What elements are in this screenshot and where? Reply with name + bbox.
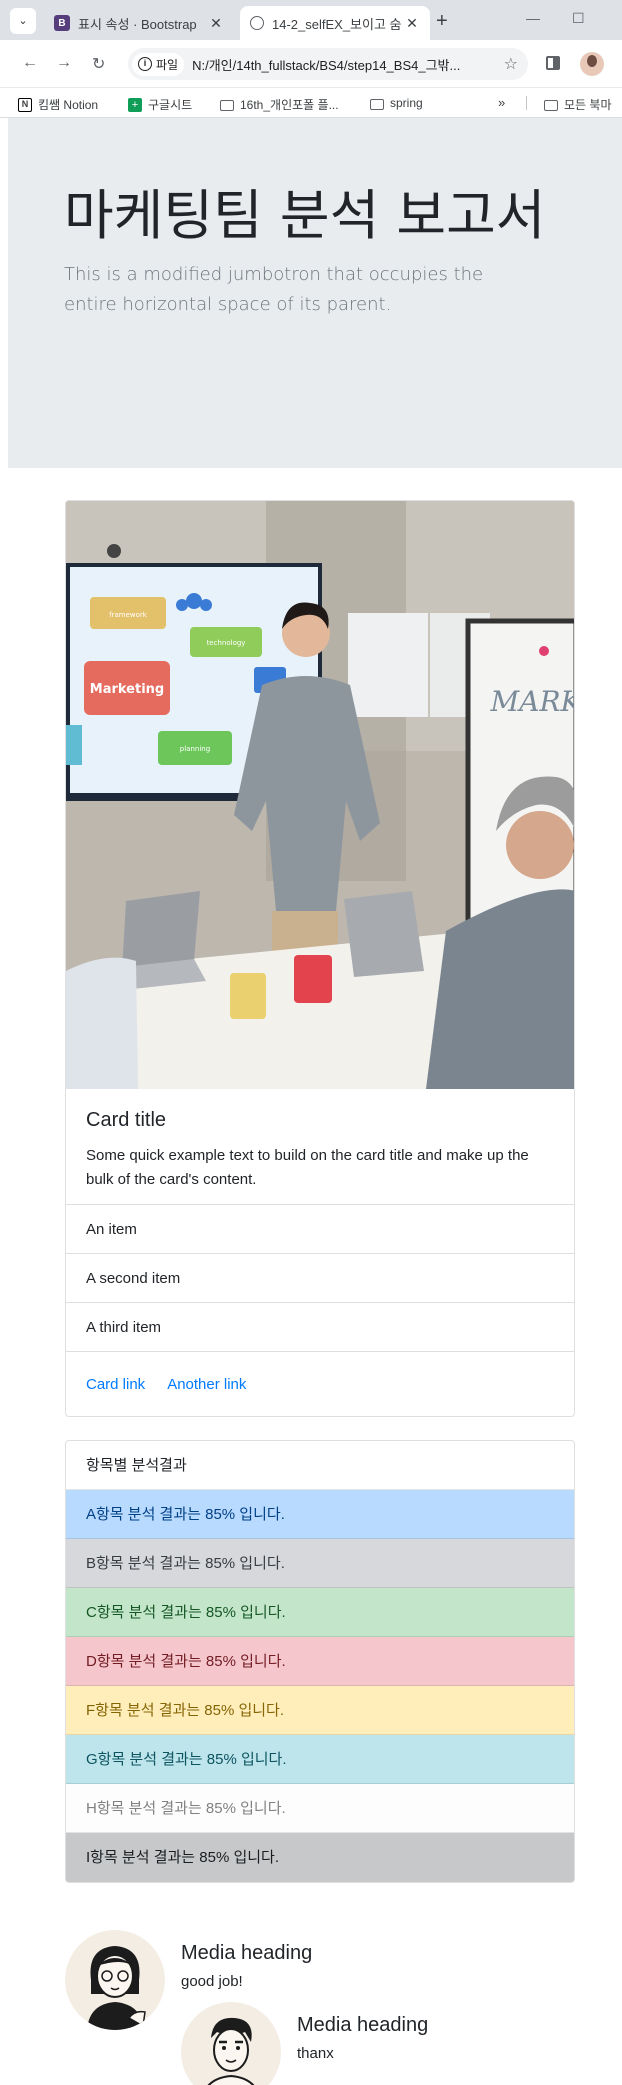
meeting-photo: framework technology Marketing planning	[66, 501, 574, 1089]
media-heading: Media heading	[181, 1942, 313, 1964]
card-list: An item A second item A third item	[66, 1204, 574, 1352]
card-image: framework technology Marketing planning	[66, 501, 574, 1089]
more-bookmarks-icon[interactable]: »	[498, 95, 505, 110]
tab-search-icon[interactable]: ⌄	[10, 8, 36, 34]
address-bar[interactable]: i 파일 N:/개인/14th_fullstack/BS4/step14_BS4…	[128, 48, 528, 80]
screen-word: Marketing	[90, 682, 164, 697]
tab-bootstrap[interactable]: B 표시 속성 · Bootstrap ✕	[44, 6, 234, 40]
man-avatar-icon	[207, 2017, 255, 2085]
media-heading: Media heading	[297, 2014, 429, 2036]
bookmark-label: 킴쌤 Notion	[38, 98, 99, 112]
bookmark-label: 모든 북마	[564, 98, 612, 112]
globe-icon	[250, 16, 264, 30]
jumbotron-lead: This is a modified jumbotron that occupi…	[64, 264, 484, 315]
bookmark-folder-spring[interactable]: spring	[370, 96, 423, 110]
reload-icon[interactable]: ↻	[92, 54, 105, 74]
screen-word: technology	[207, 639, 246, 647]
list-item-f: F항목 분석 결과는 85% 입니다.	[66, 1686, 574, 1735]
notion-icon: N	[18, 97, 32, 112]
tab-strip: ⌄ B 표시 속성 · Bootstrap ✕ 14-2_selfEX_보이고 …	[0, 0, 622, 40]
card-list-item: An item	[66, 1205, 574, 1254]
folder-icon	[370, 98, 384, 110]
sheets-icon: +	[128, 97, 142, 112]
bookmark-star-icon[interactable]: ☆	[504, 54, 518, 74]
bookmark-sheet[interactable]: + 구글시트	[128, 96, 192, 113]
close-icon[interactable]: ✕	[208, 15, 224, 32]
side-panel-icon[interactable]	[546, 56, 560, 70]
list-item-h: H항목 분석 결과는 85% 입니다.	[66, 1784, 574, 1833]
back-icon[interactable]: ←	[22, 54, 38, 72]
avatar	[181, 2002, 281, 2085]
folder-icon	[220, 100, 234, 111]
woman-avatar-icon	[87, 1946, 146, 2030]
list-item-c: C항목 분석 결과는 85% 입니다.	[66, 1588, 574, 1637]
media-text: good job!	[181, 1973, 243, 1990]
list-item-a: A항목 분석 결과는 85% 입니다.	[66, 1490, 574, 1539]
media-text: thanx	[297, 2045, 334, 2062]
card-link[interactable]: Card link	[86, 1376, 145, 1393]
tab-title: 표시 속성 · Bootstrap	[78, 16, 197, 32]
another-link[interactable]: Another link	[167, 1376, 246, 1393]
browser-window: ⌄ B 표시 속성 · Bootstrap ✕ 14-2_selfEX_보이고 …	[0, 0, 622, 2085]
list-item-g: G항목 분석 결과는 85% 입니다.	[66, 1735, 574, 1784]
info-icon: i	[138, 57, 152, 71]
jumbotron: 마케팅팀 분석 보고서 This is a modified jumbotron…	[8, 118, 622, 468]
screen-word: planning	[180, 745, 210, 753]
bookmark-label: 16th_개인포폴 플...	[240, 98, 339, 112]
card-list-item: A second item	[66, 1254, 574, 1303]
result-list-group: 항목별 분석결과 A항목 분석 결과는 85% 입니다. B항목 분석 결과는 …	[65, 1440, 575, 1883]
card-links: Card link Another link	[66, 1352, 574, 1416]
bookmark-label: 구글시트	[148, 98, 193, 112]
avatar	[65, 1930, 165, 2030]
bookmark-notion[interactable]: N 킴쌤 Notion	[18, 96, 98, 113]
tab-selfex[interactable]: 14-2_selfEX_보이고 숨 ✕	[240, 6, 430, 40]
card: framework technology Marketing planning	[65, 500, 575, 1417]
maximize-icon[interactable]: ☐	[572, 10, 585, 27]
bootstrap-icon: B	[54, 15, 70, 31]
bookmarks-divider	[526, 96, 527, 110]
bookmark-folder-portfolio[interactable]: 16th_개인포폴 플...	[220, 96, 339, 113]
site-info-chip[interactable]: i 파일	[132, 52, 185, 76]
forward-icon[interactable]: →	[56, 54, 72, 72]
list-item-b: B항목 분석 결과는 85% 입니다.	[66, 1539, 574, 1588]
bookmark-label: spring	[390, 96, 423, 110]
url-text[interactable]: N:/개인/14th_fullstack/BS4/step14_BS4_그밖..…	[192, 55, 492, 74]
screen-word: framework	[109, 611, 148, 619]
list-group-header: 항목별 분석결과	[66, 1441, 574, 1490]
browser-toolbar: ← → ↻ i 파일 N:/개인/14th_fullstack/BS4/step…	[0, 40, 622, 88]
nested-media-object: Media heading thanx	[181, 2002, 428, 2085]
media-body: Media heading thanx	[297, 2002, 428, 2085]
whiteboard-text: MARK	[490, 685, 574, 718]
minimize-icon[interactable]: —	[526, 10, 540, 26]
list-item-d: D항목 분석 결과는 85% 입니다.	[66, 1637, 574, 1686]
card-list-item: A third item	[66, 1303, 574, 1352]
bookmark-all[interactable]: 모든 북마	[544, 96, 612, 113]
site-info-label: 파일	[156, 57, 179, 72]
page-viewport: 마케팅팀 분석 보고서 This is a modified jumbotron…	[8, 118, 622, 2085]
bookmarks-bar: N 킴쌤 Notion + 구글시트 16th_개인포폴 플... spring…	[0, 88, 622, 118]
profile-avatar[interactable]	[580, 52, 604, 76]
card-title: Card title	[86, 1109, 167, 1131]
folder-icon	[544, 100, 558, 111]
card-body: Card title Some quick example text to bu…	[66, 1089, 574, 1204]
tab-title: 14-2_selfEX_보이고 숨	[272, 16, 402, 32]
jumbotron-heading: 마케팅팀 분석 보고서	[64, 184, 546, 247]
close-icon[interactable]: ✕	[404, 15, 420, 32]
new-tab-icon[interactable]: +	[436, 10, 448, 33]
list-item-i: I항목 분석 결과는 85% 입니다.	[66, 1833, 574, 1882]
card-text: Some quick example text to build on the …	[86, 1147, 529, 1188]
